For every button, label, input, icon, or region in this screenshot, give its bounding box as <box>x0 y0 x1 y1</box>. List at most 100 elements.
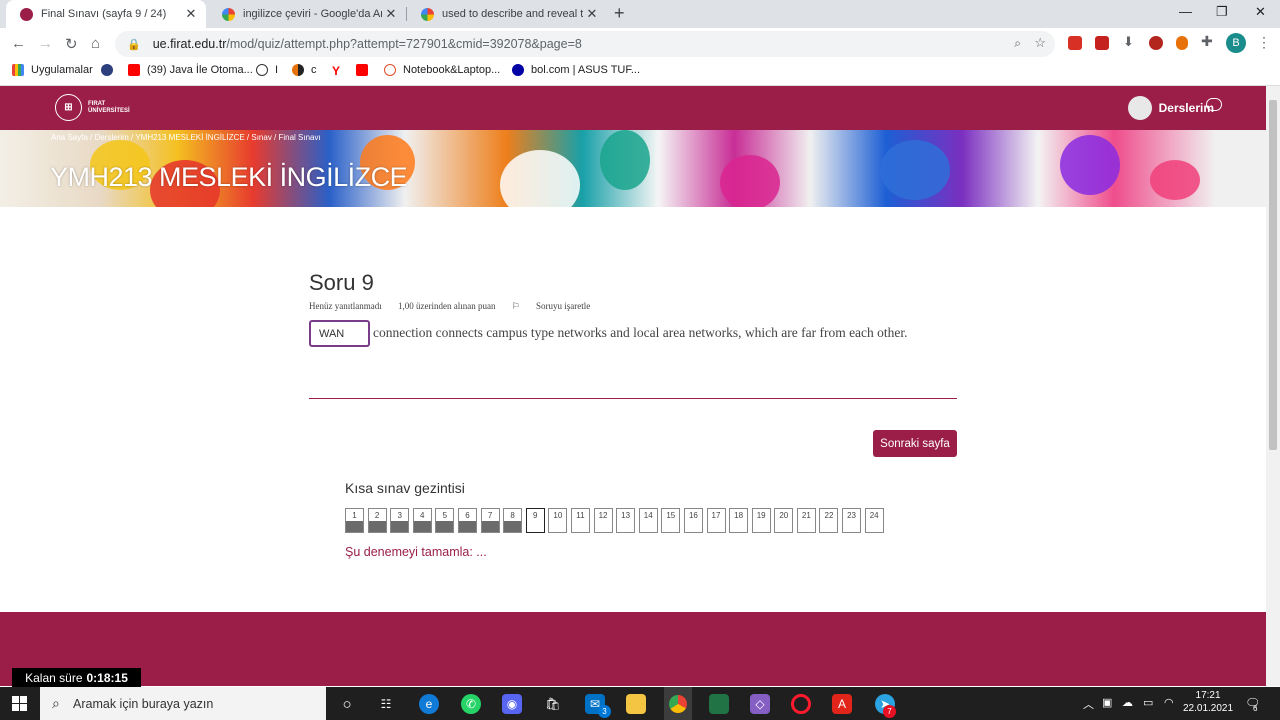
quiz-nav-button-14[interactable]: 14 <box>638 508 658 533</box>
bookmark-notebook[interactable]: Notebook&Laptop... <box>384 64 500 76</box>
task-view-icon[interactable]: ☷ <box>376 694 396 714</box>
bookmark-c[interactable]: c <box>292 64 317 76</box>
quiz-nav-button-9[interactable]: 9 <box>525 508 545 533</box>
opera-icon[interactable] <box>791 694 811 714</box>
visual-studio-icon[interactable]: ◇ <box>750 694 770 714</box>
bookmark-bol[interactable]: bol.com | ASUS TUF... <box>512 64 640 76</box>
bookmark-star-icon[interactable]: ☆ <box>1034 35 1046 51</box>
chrome-taskbar-button[interactable] <box>664 687 692 720</box>
quiz-nav-button-18[interactable]: 18 <box>729 508 749 533</box>
reload-icon[interactable]: ↻ <box>65 35 78 53</box>
finish-attempt-link[interactable]: Şu denemeyi tamamla: ... <box>345 545 487 559</box>
question-title: Soru 9 <box>309 270 374 295</box>
paint-splash <box>600 130 650 190</box>
page-content: ⊞ FIRAT ÜNİVERSİTESİ Derslerim Ana Sayfa… <box>0 86 1266 686</box>
question-meta: Henüz yanıtlanmadı 1,00 üzerinden alınan… <box>309 301 618 312</box>
close-tab-icon[interactable]: ✕ <box>382 6 400 22</box>
message-icon[interactable] <box>1206 98 1222 111</box>
quiz-nav-button-19[interactable]: 19 <box>751 508 771 533</box>
cortana-icon[interactable]: ○ <box>337 694 357 714</box>
quiz-nav-button-23[interactable]: 23 <box>842 508 862 533</box>
extension-shield-icon[interactable] <box>1149 36 1163 50</box>
new-tab-icon[interactable]: + <box>614 3 625 24</box>
quiz-nav-button-10[interactable]: 10 <box>548 508 568 533</box>
tab-google-search[interactable]: ingilizce çeviri - Google'da Ara ✕ <box>208 0 406 28</box>
flag-question-link[interactable]: ⚐ Soruyu işaretle <box>512 301 605 311</box>
file-explorer-icon[interactable] <box>626 694 646 714</box>
bookmark-youtube[interactable] <box>356 64 375 76</box>
address-bar[interactable]: 🔒 ue.firat.edu.tr/mod/quiz/attempt.php?a… <box>115 31 1055 57</box>
paint-splash <box>880 140 950 200</box>
site-navbar: ⊞ FIRAT ÜNİVERSİTESİ Derslerim <box>0 86 1266 130</box>
forward-icon[interactable]: → <box>38 35 53 52</box>
back-icon[interactable]: ← <box>11 35 26 52</box>
page-scrollbar[interactable] <box>1266 86 1280 686</box>
quiz-nav-button-21[interactable]: 21 <box>796 508 816 533</box>
bookmark-yandex[interactable]: Y <box>332 64 340 78</box>
windows-start-icon[interactable] <box>12 696 27 711</box>
quiz-nav-button-3[interactable]: 3 <box>390 508 410 533</box>
quiz-nav-button-16[interactable]: 16 <box>683 508 703 533</box>
bookmark-apps[interactable]: Uygulamalar <box>12 64 93 76</box>
whatsapp-icon[interactable]: ✆ <box>461 694 481 714</box>
quiz-nav-button-7[interactable]: 7 <box>480 508 500 533</box>
quiz-nav-button-2[interactable]: 2 <box>367 508 387 533</box>
answer-input[interactable]: WAN <box>309 320 370 347</box>
quiz-nav-button-22[interactable]: 22 <box>819 508 839 533</box>
quiz-nav-button-1[interactable]: 1 <box>345 508 364 533</box>
acrobat-icon[interactable]: A <box>832 694 852 714</box>
user-menu[interactable]: Derslerim <box>1127 96 1214 120</box>
edge-icon[interactable]: e <box>419 694 439 714</box>
notification-count: 6 <box>1253 704 1258 713</box>
close-tab-icon[interactable]: ✕ <box>583 6 601 22</box>
quiz-nav-button-17[interactable]: 17 <box>706 508 726 533</box>
next-page-button[interactable]: Sonraki sayfa <box>873 430 957 457</box>
bookmark-clock[interactable]: I <box>256 64 278 76</box>
taskbar-search-input[interactable]: ⌕ Aramak için buraya yazın <box>40 687 326 720</box>
site-footer <box>0 612 1266 686</box>
app-icon[interactable] <box>709 694 729 714</box>
quiz-nav-button-20[interactable]: 20 <box>774 508 794 533</box>
close-tab-icon[interactable]: ✕ <box>182 6 200 22</box>
tab-final-sinavi[interactable]: Final Sınavı (sayfa 9 / 24) ✕ <box>6 0 206 28</box>
profile-avatar[interactable]: B <box>1226 33 1246 53</box>
zoom-icon[interactable]: ⌕ <box>1014 36 1021 51</box>
bookmark-extension[interactable] <box>101 64 120 76</box>
battery-icon[interactable]: ▭ <box>1143 696 1153 709</box>
bookmark-fire-icon <box>292 64 304 76</box>
extension-red-icon[interactable] <box>1068 36 1082 50</box>
bookmark-youtube-java[interactable]: (39) Java İle Otoma... <box>128 64 253 76</box>
taskbar-clock[interactable]: 17:21 22.01.2021 <box>1183 689 1233 715</box>
quiz-nav-button-15[interactable]: 15 <box>661 508 681 533</box>
onedrive-icon[interactable]: ☁ <box>1122 696 1133 709</box>
wifi-icon[interactable]: ◠ <box>1164 696 1174 709</box>
firat-logo[interactable]: ⊞ FIRAT ÜNİVERSİTESİ <box>55 94 130 121</box>
quiz-nav-button-24[interactable]: 24 <box>864 508 884 533</box>
extension-badge-icon[interactable] <box>1095 36 1109 50</box>
quiz-nav-button-13[interactable]: 13 <box>616 508 636 533</box>
quiz-nav-button-6[interactable]: 6 <box>457 508 477 533</box>
extensions-puzzle-icon[interactable]: ✚ <box>1201 33 1213 50</box>
menu-kebab-icon[interactable]: ⋮ <box>1257 34 1271 51</box>
quiz-nav-button-4[interactable]: 4 <box>412 508 432 533</box>
store-icon[interactable]: 🛍 <box>543 694 563 714</box>
scrollbar-thumb[interactable] <box>1269 100 1277 450</box>
maximize-icon[interactable]: ❐ <box>1216 4 1228 20</box>
quiz-nav-button-11[interactable]: 11 <box>570 508 590 533</box>
home-icon[interactable]: ⌂ <box>91 35 100 52</box>
extension-orange-icon[interactable] <box>1176 36 1188 50</box>
minimize-icon[interactable]: — <box>1179 4 1192 19</box>
tab-used-to-describe[interactable]: used to describe and reveal the t ✕ <box>407 0 607 28</box>
flag-icon: ⚐ <box>511 301 523 311</box>
quiz-nav-button-12[interactable]: 12 <box>593 508 613 533</box>
tray-device-icon[interactable]: ▣ <box>1102 696 1112 709</box>
download-icon[interactable]: ⬇ <box>1123 34 1134 50</box>
discord-icon[interactable]: ◉ <box>502 694 522 714</box>
firat-favicon-icon <box>20 7 33 21</box>
tray-chevron-icon[interactable]: ︿ <box>1083 696 1094 712</box>
quiz-nav-button-5[interactable]: 5 <box>435 508 455 533</box>
search-icon: ⌕ <box>52 695 60 711</box>
breadcrumb[interactable]: Ana Sayfa / Derslerim / YMH213 MESLEKİ İ… <box>51 133 321 142</box>
close-window-icon[interactable]: ✕ <box>1255 4 1266 20</box>
quiz-nav-button-8[interactable]: 8 <box>503 508 523 533</box>
